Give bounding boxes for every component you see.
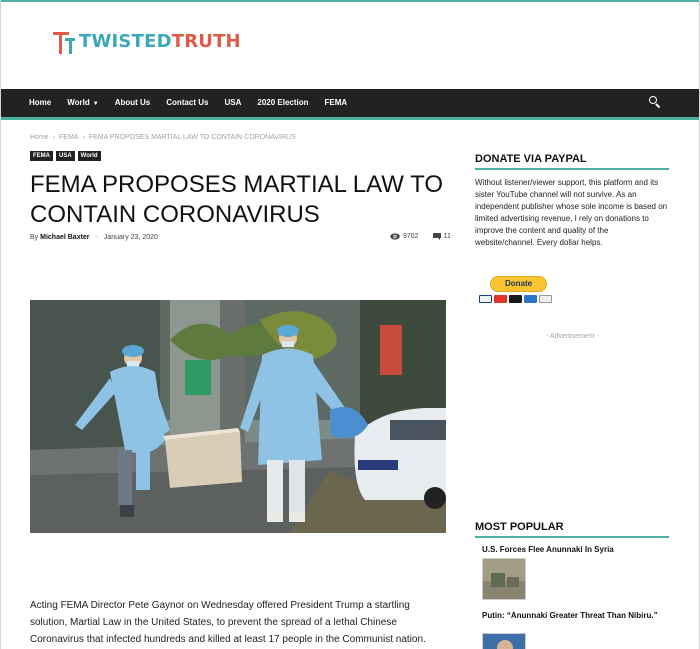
nav-item-contact-us[interactable]: Contact Us — [166, 89, 208, 117]
amex-card-icon — [524, 295, 537, 303]
logo-text: TWISTEDTRUTH — [79, 30, 241, 54]
popular-thumbnail-image — [483, 634, 525, 649]
sidebar-most-popular-heading: MOST POPULAR — [475, 521, 669, 538]
popular-item-thumbnail[interactable] — [482, 633, 526, 649]
breadcrumb-separator: › — [82, 134, 85, 141]
popular-thumbnail-image — [483, 559, 525, 599]
nav-item-2020-election[interactable]: 2020 Election — [257, 89, 308, 117]
article-stats: 9702 11 — [390, 233, 451, 240]
nav-item-usa[interactable]: USA — [225, 89, 242, 117]
site-logo[interactable]: TWISTEDTRUTH — [53, 30, 241, 54]
breadcrumb-separator: › — [52, 134, 56, 141]
payment-cards — [479, 295, 554, 303]
nav-item-fema[interactable]: FEMA — [325, 89, 348, 117]
mastercard-icon — [494, 295, 507, 303]
comment-icon — [432, 233, 441, 240]
nav-item-world-label: World — [67, 97, 90, 107]
eye-icon — [390, 233, 400, 240]
comment-count[interactable]: 11 — [444, 233, 451, 240]
advertisement-label: - Advertisement - — [546, 333, 599, 340]
breadcrumb-fema[interactable]: FEMA — [59, 134, 78, 141]
breadcrumb: Home › FEMA › FEMA PROPOSES MARTIAL LAW TO C… — [30, 134, 296, 141]
page: TWISTEDTRUTH Home World ▼ About Us Contac… — [0, 0, 700, 649]
nav-item-world[interactable]: World ▼ — [67, 89, 98, 118]
nav-item-about-us[interactable]: About Us — [115, 89, 151, 117]
article-meta: By Michael Baxter - January 23, 2020 — [30, 234, 158, 241]
article-title: FEMA PROPOSES MARTIAL LAW TO CONTAIN COR… — [30, 171, 443, 228]
tag-world[interactable]: World — [77, 151, 101, 161]
breadcrumb-current: FEMA PROPOSES MARTIAL LAW TO CONTAIN COR… — [88, 134, 296, 141]
breadcrumb-home[interactable]: Home — [30, 134, 49, 141]
nav-item-home[interactable]: Home — [29, 89, 51, 117]
article-hero-image — [30, 300, 446, 533]
top-accent-rule — [1, 0, 699, 2]
logo-text-part2: TRUTH — [171, 31, 241, 52]
byline-prefix: By — [30, 234, 39, 241]
view-count: 9702 — [403, 233, 419, 240]
sidebar-paypal-text: Without listener/viewer support, this pl… — [475, 178, 668, 247]
popular-item-thumbnail[interactable] — [482, 558, 526, 600]
sidebar-paypal-heading: DONATE VIA PAYPAL — [475, 153, 669, 170]
maestro-card-icon — [509, 295, 522, 303]
tag-usa[interactable]: USA — [56, 151, 75, 161]
hero-photo — [30, 300, 446, 533]
search-icon[interactable] — [649, 96, 661, 109]
article-body-paragraph: Acting FEMA Director Pete Gaynor on Wedn… — [30, 600, 426, 645]
popular-item-title[interactable]: U.S. Forces Flee Anunnaki In Syria — [482, 545, 662, 555]
publish-date: January 23, 2020 — [103, 234, 158, 241]
logo-mark-icon — [53, 30, 77, 54]
nav-items: Home World ▼ About Us Contact Us USA 2020… — [29, 89, 363, 117]
author-link[interactable]: Michael Baxter — [40, 234, 89, 241]
visa-card-icon — [479, 295, 492, 303]
nav-accent-rule — [1, 117, 699, 120]
donate-button[interactable]: Donate — [490, 276, 547, 292]
popular-item-title[interactable]: Putin: “Anunnaki Greater Threat Than Nib… — [482, 611, 662, 621]
article-tags: FEMA USA World — [30, 151, 104, 161]
main-nav: Home World ▼ About Us Contact Us USA 2020… — [1, 89, 699, 117]
discover-card-icon — [539, 295, 552, 303]
logo-text-part1: TWISTED — [79, 31, 172, 52]
chevron-down-icon: ▼ — [92, 100, 99, 107]
tag-fema[interactable]: FEMA — [30, 151, 53, 161]
